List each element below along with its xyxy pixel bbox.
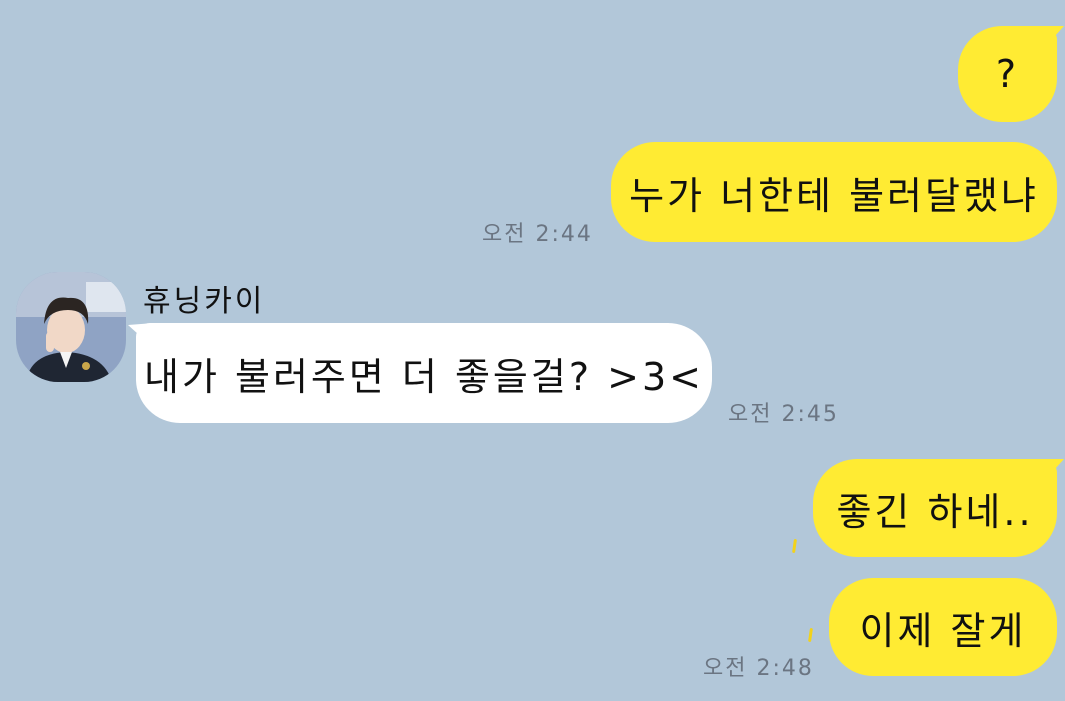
message-timestamp: 오전 2:48 bbox=[703, 656, 814, 681]
my-message-bubble[interactable]: 이제 잘게 bbox=[829, 578, 1057, 676]
sender-name: 휴닝카이 bbox=[143, 284, 266, 319]
message-timestamp: 오전 2:44 bbox=[482, 222, 593, 247]
message-text: ? bbox=[995, 52, 1020, 96]
message-timestamp: 오전 2:45 bbox=[728, 402, 839, 427]
unread-indicator bbox=[792, 538, 797, 554]
bubble-tail bbox=[1040, 26, 1064, 46]
message-text: 좋긴 하네.. bbox=[836, 489, 1034, 534]
bubble-tail bbox=[128, 323, 154, 343]
message-text: 이제 잘게 bbox=[859, 608, 1027, 653]
avatar[interactable] bbox=[16, 272, 126, 382]
message-text: 누가 너한테 불러달랬냐 bbox=[629, 173, 1039, 218]
bubble-tail bbox=[1040, 459, 1064, 479]
profile-photo bbox=[16, 272, 126, 382]
chat-window: ? 누가 너한테 불러달랬냐 오전 2:44 휴닝카이 내가 불러주면 더 좋을… bbox=[0, 0, 1065, 701]
unread-indicator bbox=[808, 627, 813, 643]
my-message-bubble[interactable]: 누가 너한테 불러달랬냐 bbox=[611, 142, 1057, 242]
message-text: 내가 불러주면 더 좋을걸? >3< bbox=[144, 354, 704, 399]
my-message-bubble[interactable]: 좋긴 하네.. bbox=[813, 459, 1057, 557]
other-message-bubble[interactable]: 내가 불러주면 더 좋을걸? >3< bbox=[136, 323, 712, 423]
